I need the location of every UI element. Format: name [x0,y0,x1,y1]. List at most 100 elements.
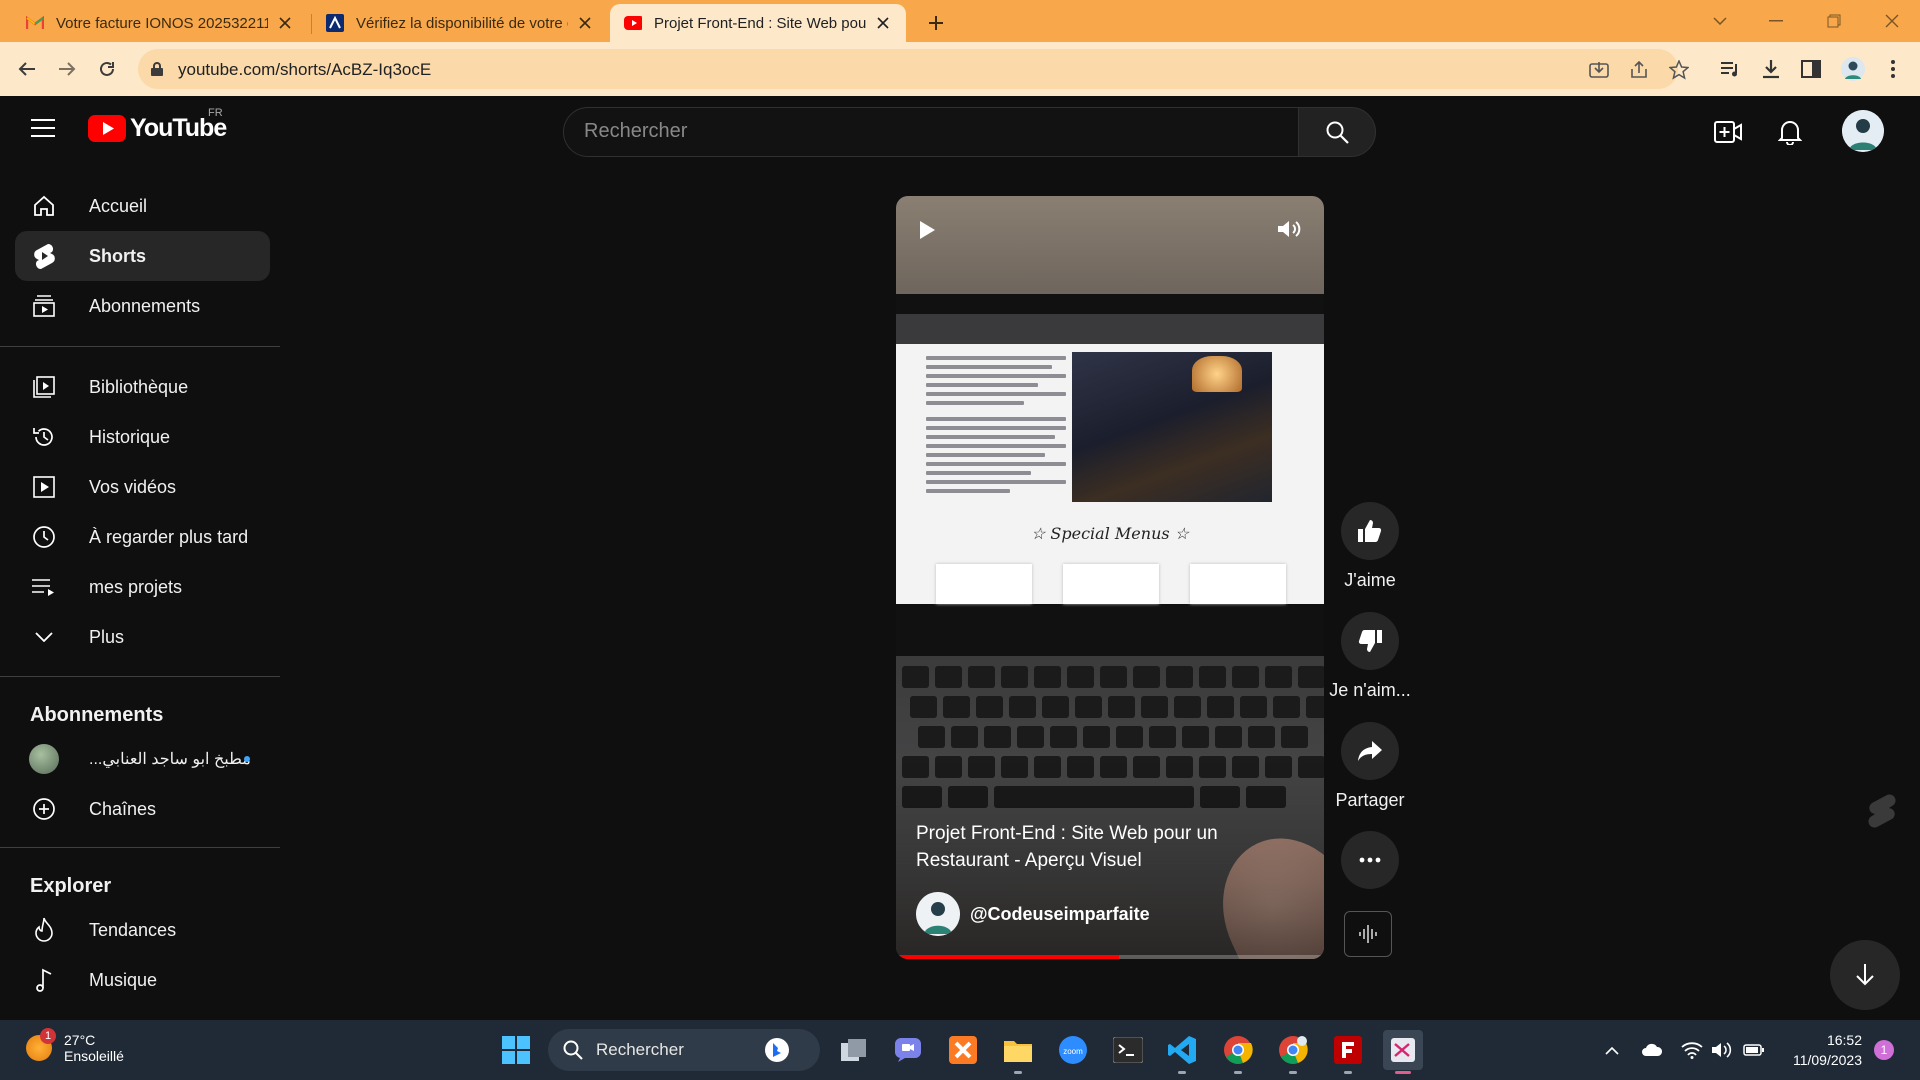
tab-gmail[interactable]: Votre facture IONOS 202532211 [12,4,308,42]
sidebar-item-music[interactable]: Musique [15,955,270,1005]
audio-waveform-icon [1359,925,1377,943]
sidebar-item-more[interactable]: Plus [15,612,270,662]
close-window-button[interactable] [1872,6,1912,36]
teams-chat-icon[interactable] [888,1030,928,1070]
sidebar-item-home[interactable]: Accueil [15,181,270,231]
account-avatar[interactable] [1842,110,1884,152]
clock-date: 11/09/2023 [1792,1052,1862,1068]
more-options-button[interactable] [1341,831,1399,889]
forward-button[interactable] [52,54,82,84]
library-icon [29,372,59,402]
notifications-bell-icon[interactable] [1774,116,1806,148]
youtube-logo[interactable]: YouTube FR [88,107,227,143]
next-video-button[interactable] [1830,940,1900,1010]
file-explorer-icon[interactable] [998,1030,1038,1074]
sidebar-item-subscription-channel[interactable]: ...مطبخ ابو ساجد العنابي [15,734,270,784]
task-view-icon[interactable] [834,1030,874,1070]
bookmark-star-icon[interactable] [1668,59,1690,81]
short-title[interactable]: Projet Front-End : Site Web pour un Rest… [916,820,1296,874]
chrome-menu-icon[interactable] [1878,54,1908,84]
channel-avatar[interactable] [916,892,960,936]
show-hidden-icons-icon[interactable] [1600,1038,1624,1062]
terminal-icon[interactable] [1108,1030,1148,1070]
chrome-profile-icon[interactable] [1273,1030,1313,1074]
more-actions[interactable] [1340,831,1400,889]
snipping-tool-icon[interactable] [1383,1030,1423,1074]
dislike-button[interactable] [1341,612,1399,670]
tab-search-icon[interactable] [1700,6,1740,36]
tab-youtube[interactable]: Projet Front-End : Site Web pour [610,4,906,42]
create-video-icon[interactable] [1712,116,1744,148]
thumbs-up-icon [1358,520,1382,542]
shorts-video-player[interactable]: ☆ Special Menus ☆ Projet Front-End : Sit… [896,196,1324,959]
onedrive-cloud-icon[interactable] [1640,1038,1664,1062]
video-progress-bar[interactable] [896,955,1324,959]
running-indicator [1014,1071,1022,1074]
sidebar-item-subscriptions[interactable]: Abonnements [15,281,270,331]
side-panel-icon[interactable] [1796,54,1826,84]
profile-avatar-icon[interactable] [1838,54,1868,84]
back-button[interactable] [12,54,42,84]
menu-icon[interactable] [30,118,58,144]
video-menu-cards [936,564,1286,604]
sidebar-item-channels[interactable]: Chaînes [15,784,270,834]
sidebar-item-label: Historique [89,426,171,447]
sidebar-item-watch-later[interactable]: À regarder plus tard [15,512,270,562]
media-controls-icon[interactable] [1716,54,1746,84]
share-button[interactable] [1341,722,1399,780]
share-icon[interactable] [1628,59,1650,81]
channel-handle[interactable]: @Codeuseimparfaite [970,904,1150,925]
taskbar-search[interactable]: Rechercher [548,1029,820,1071]
video-browser-bar [896,314,1324,344]
short-channel[interactable]: @Codeuseimparfaite [916,892,1150,936]
taskbar-clock[interactable]: 16:52 11/09/2023 [1770,1030,1862,1070]
browser-toolbar: youtube.com/shorts/AcBZ-Iq3ocE [0,42,1920,96]
vscode-icon[interactable] [1162,1030,1202,1074]
weather-widget[interactable]: 1 27°C Ensoleillé [26,1028,124,1064]
sidebar-item-trending[interactable]: Tendances [15,905,270,955]
xampp-icon[interactable] [943,1030,983,1070]
sidebar-divider [0,847,280,848]
reload-button[interactable] [92,54,122,84]
battery-icon[interactable] [1742,1038,1766,1062]
install-app-icon[interactable] [1588,59,1610,81]
chrome-icon[interactable] [1218,1030,1258,1074]
watch-later-icon [29,522,59,552]
zoom-icon[interactable]: zoom [1053,1030,1093,1070]
more-horizontal-icon [1359,857,1381,863]
sidebar-item-shorts[interactable]: Shorts [15,231,270,281]
sidebar-item-your-videos[interactable]: Vos vidéos [15,462,270,512]
restore-button[interactable] [1814,6,1854,36]
like-action[interactable]: J'aime [1340,502,1400,591]
volume-icon[interactable] [1276,218,1302,240]
windows-start-icon[interactable] [496,1030,536,1070]
like-button[interactable] [1341,502,1399,560]
downloads-icon[interactable] [1756,54,1786,84]
close-tab-icon[interactable] [874,14,892,32]
sidebar-item-label: ...مطبخ ابو ساجد العنابي [89,751,251,768]
wifi-icon[interactable] [1680,1038,1704,1062]
tab-ionos[interactable]: Vérifiez la disponibilité de votre d [312,4,608,42]
notification-badge[interactable]: 1 [1874,1040,1894,1060]
close-tab-icon[interactable] [576,14,594,32]
svg-text:zoom: zoom [1063,1047,1083,1056]
volume-tray-icon[interactable] [1710,1038,1734,1062]
sound-remix-button[interactable] [1344,911,1392,957]
sidebar-item-label: Tendances [89,919,177,940]
channel-avatar [29,744,59,774]
search-button[interactable] [1298,107,1376,157]
sidebar-item-library[interactable]: Bibliothèque [15,362,270,412]
search-input[interactable] [584,120,1264,143]
new-tab-button[interactable] [922,9,950,37]
address-bar[interactable]: youtube.com/shorts/AcBZ-Iq3ocE [138,49,1689,89]
dislike-action[interactable]: Je n'aim... [1329,612,1411,701]
play-button-icon[interactable] [918,220,936,240]
like-label: J'aime [1344,570,1396,590]
filezilla-icon[interactable] [1328,1030,1368,1074]
sidebar-item-playlist[interactable]: mes projets [15,562,270,612]
share-action[interactable]: Partager [1335,722,1405,811]
sidebar-item-history[interactable]: Historique [15,412,270,462]
close-tab-icon[interactable] [276,14,294,32]
minimize-button[interactable] [1756,6,1796,36]
sidebar-item-label: Abonnements [89,295,201,316]
